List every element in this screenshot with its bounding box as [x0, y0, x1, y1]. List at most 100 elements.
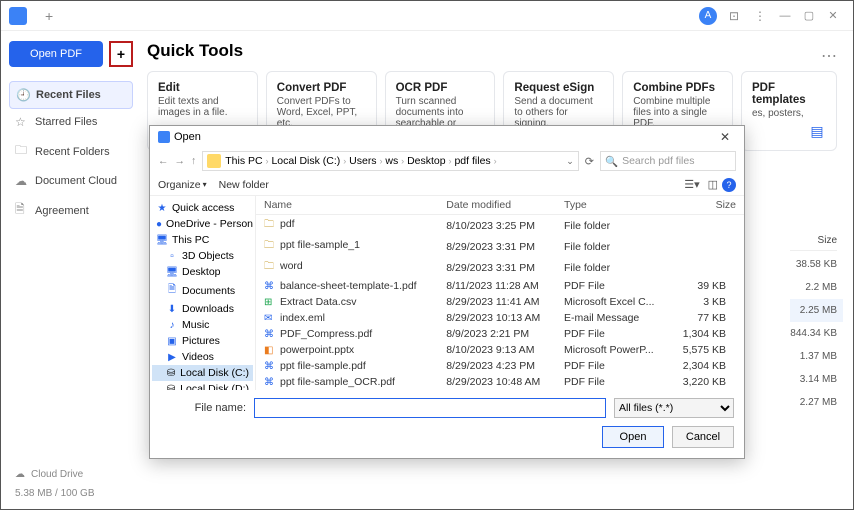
feedback-icon[interactable]: ⊡ — [725, 7, 743, 25]
card-desc: es, posters, — [752, 108, 826, 119]
tree-item[interactable]: ⬇ Downloads — [152, 301, 253, 317]
preview-pane-icon[interactable]: ◫ — [708, 178, 718, 191]
file-row[interactable]: ✉index.eml8/29/2023 10:13 AME-mail Messa… — [256, 310, 744, 326]
quick-tools-more-icon[interactable]: ⋯ — [821, 46, 837, 66]
card-title: PDF templates — [752, 82, 826, 106]
window-maximize-button[interactable]: ▢ — [797, 7, 821, 25]
file-type-icon: ✉ — [264, 313, 276, 324]
new-folder-button[interactable]: New folder — [219, 179, 269, 191]
breadcrumb-segment[interactable]: Local Disk (C:) — [271, 155, 340, 167]
view-options-icon[interactable]: ☰▾ — [684, 178, 699, 191]
path-dropdown-icon[interactable]: ⌄ — [566, 156, 574, 167]
nav-up-button[interactable]: ↑ — [191, 155, 196, 167]
sidebar-item-label: Recent Folders — [35, 146, 110, 158]
user-avatar-icon[interactable]: A — [699, 7, 717, 25]
tree-item-icon: ▣ — [166, 336, 178, 347]
file-open-dialog: Open ✕ ← → ↑ This PC › Local Disk (C:) ›… — [149, 125, 745, 459]
tree-item[interactable]: ♪Music — [152, 317, 253, 333]
tree-item-label: Videos — [182, 351, 214, 363]
tree-item-icon: ♪ — [166, 320, 178, 331]
tree-item-icon: ▫ — [166, 251, 178, 262]
organize-menu[interactable]: Organize▾ — [158, 179, 207, 191]
file-row-size[interactable]: 2.25 MB — [790, 299, 843, 322]
tree-item[interactable]: 🗎Documents — [152, 280, 253, 301]
tree-item[interactable]: ★Quick access — [152, 200, 253, 216]
cancel-button[interactable]: Cancel — [672, 426, 734, 448]
file-row-size[interactable]: 38.58 KB — [790, 253, 837, 276]
add-file-button[interactable]: + — [109, 41, 133, 67]
file-row-size[interactable]: 3.14 MB — [790, 368, 837, 391]
nav-back-button[interactable]: ← — [158, 155, 169, 167]
tree-item[interactable]: ●OneDrive - Person — [152, 216, 253, 232]
tree-item[interactable]: 🖥This PC — [152, 232, 253, 248]
file-row[interactable]: ◧powerpoint.pptx8/10/2023 9:13 AMMicroso… — [256, 342, 744, 358]
sidebar-item-icon: 🗎 — [15, 200, 29, 221]
file-type-icon: ◧ — [264, 345, 276, 356]
breadcrumb-segment[interactable]: This PC — [225, 155, 262, 167]
tree-item-icon: ★ — [156, 203, 168, 214]
card-icon: ▤ — [806, 120, 828, 142]
file-row[interactable]: 🗀pdf8/10/2023 3:25 PMFile folder — [256, 215, 744, 237]
tree-item-icon: ⛁ — [166, 368, 176, 379]
file-row[interactable]: 🗀word8/29/2023 3:31 PMFile folder — [256, 257, 744, 278]
templates-card[interactable]: PDF templates es, posters,▤ — [741, 71, 837, 151]
open-button[interactable]: Open — [602, 426, 664, 448]
window-minimize-button[interactable]: — — [773, 7, 797, 25]
breadcrumb-segment[interactable]: Users — [349, 155, 376, 167]
file-row[interactable]: 🗀ppt file-sample_18/29/2023 3:31 PMFile … — [256, 236, 744, 257]
tree-item[interactable]: ▫3D Objects — [152, 248, 253, 264]
search-input[interactable]: 🔍 Search pdf files — [600, 151, 736, 171]
file-row[interactable]: ⊞Extract Data.csv8/29/2023 11:41 AMMicro… — [256, 294, 744, 310]
tree-item-icon: ⬇ — [166, 304, 178, 315]
help-icon[interactable]: ? — [722, 178, 736, 192]
file-row-size[interactable]: 1.37 MB — [790, 345, 837, 368]
breadcrumb-segment[interactable]: Desktop — [407, 155, 446, 167]
file-type-filter[interactable]: All files (*.*) — [614, 398, 734, 418]
file-row[interactable]: ⌘balance-sheet-template-1.pdf8/11/2023 1… — [256, 278, 744, 294]
nav-forward-button[interactable]: → — [175, 155, 186, 167]
address-breadcrumb[interactable]: This PC › Local Disk (C:) › Users › ws ›… — [202, 151, 579, 171]
new-tab-button[interactable]: + — [39, 6, 59, 26]
file-row-size[interactable]: 2.27 MB — [790, 391, 837, 414]
tree-item[interactable]: ⛁Local Disk (D:) — [152, 381, 253, 390]
file-row-size[interactable]: 2.2 MB — [790, 276, 837, 299]
file-list-size-column: Size 38.58 KB2.2 MB2.25 MB844.34 KB1.37 … — [790, 231, 837, 414]
breadcrumb-segment[interactable]: ws — [385, 155, 398, 167]
column-header[interactable]: Size — [670, 196, 744, 215]
folder-icon — [207, 154, 221, 168]
sidebar-item-starred-files[interactable]: ☆Starred Files — [9, 109, 133, 135]
sidebar-item-icon: ☆ — [15, 115, 29, 129]
tree-item-label: Desktop — [182, 266, 221, 278]
tree-item-label: This PC — [172, 234, 209, 246]
column-header[interactable]: Name — [256, 196, 438, 215]
dialog-close-button[interactable]: ✕ — [714, 130, 736, 144]
tree-item[interactable]: ▶Videos — [152, 349, 253, 365]
cloud-drive-link[interactable]: ☁Cloud Drive — [9, 465, 133, 484]
sidebar-item-agreement[interactable]: 🗎 Agreement — [9, 194, 133, 227]
tree-item[interactable]: 🖥Desktop — [152, 264, 253, 280]
column-header[interactable]: Type — [556, 196, 670, 215]
sidebar-item-icon: ☁ — [15, 174, 29, 188]
file-row-size[interactable]: 844.34 KB — [790, 322, 837, 345]
more-menu-icon[interactable]: ⋮ — [751, 7, 769, 25]
sidebar-item-recent-files[interactable]: 🕘Recent Files — [9, 81, 133, 109]
card-title: Edit — [158, 82, 247, 94]
tree-item-label: Downloads — [182, 303, 234, 315]
tree-item[interactable]: ▣Pictures — [152, 333, 253, 349]
file-row[interactable]: ⌘PDF_Compress.pdf8/9/2023 2:21 PMPDF Fil… — [256, 326, 744, 342]
refresh-button[interactable]: ⟳ — [585, 155, 594, 168]
app-logo-icon — [9, 7, 27, 25]
open-pdf-button[interactable]: Open PDF — [9, 41, 103, 67]
sidebar-item-label: Agreement — [35, 205, 89, 217]
sidebar-item-recent-folders[interactable]: 🗀Recent Folders — [9, 135, 133, 168]
dialog-title: Open — [174, 131, 201, 143]
filename-input[interactable] — [254, 398, 606, 418]
tree-item[interactable]: ⛁Local Disk (C:) — [152, 365, 253, 381]
column-header[interactable]: Date modified — [438, 196, 556, 215]
file-type-icon: ⌘ — [264, 329, 276, 340]
window-close-button[interactable]: ✕ — [821, 7, 845, 25]
sidebar-item-document-cloud[interactable]: ☁Document Cloud — [9, 168, 133, 194]
file-row[interactable]: ⌘ppt file-sample.pdf8/29/2023 4:23 PMPDF… — [256, 358, 744, 374]
breadcrumb-segment[interactable]: pdf files — [454, 155, 490, 167]
file-row[interactable]: ⌘ppt file-sample_OCR.pdf8/29/2023 10:48 … — [256, 374, 744, 390]
